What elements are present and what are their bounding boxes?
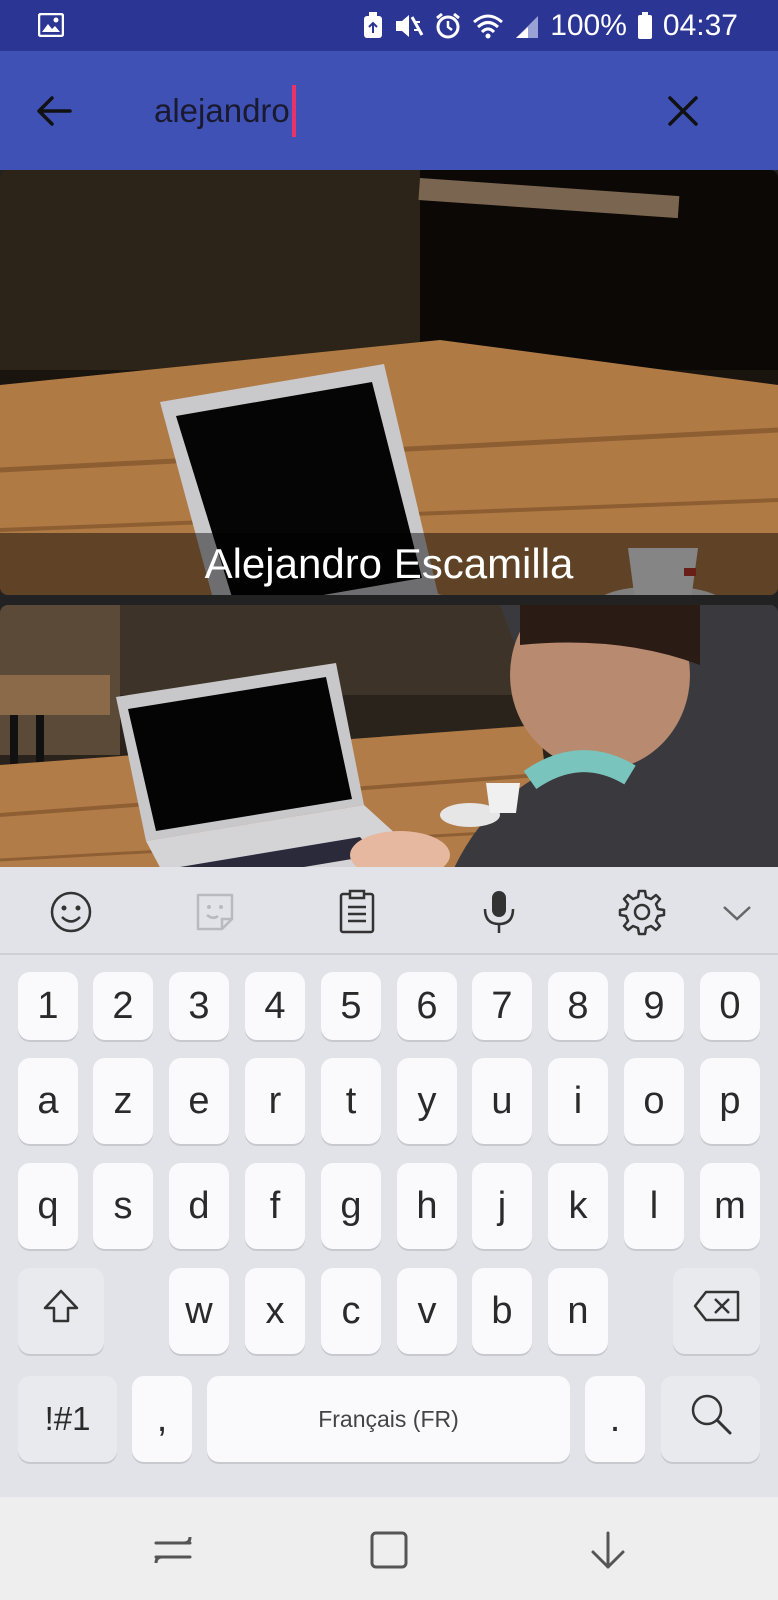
key-g[interactable]: g [321, 1163, 381, 1249]
key-e[interactable]: e [169, 1058, 229, 1144]
keyboard-toolbar [0, 867, 778, 955]
key-r[interactable]: r [245, 1058, 305, 1144]
back-button[interactable] [30, 86, 80, 136]
key-9[interactable]: 9 [624, 972, 684, 1040]
symbols-key[interactable]: !#1 [18, 1376, 117, 1462]
photo-card[interactable] [0, 605, 778, 867]
backspace-key[interactable] [673, 1268, 760, 1354]
key-d[interactable]: d [169, 1163, 229, 1249]
text-caret [291, 85, 296, 137]
battery-percent: 100% [550, 9, 627, 42]
key-8[interactable]: 8 [548, 972, 608, 1040]
alarm-icon [434, 12, 462, 40]
search-action-key[interactable] [661, 1376, 760, 1462]
space-key[interactable]: Français (FR) [207, 1376, 570, 1462]
key-i[interactable]: i [548, 1058, 608, 1144]
key-v[interactable]: v [397, 1268, 457, 1354]
home-icon[interactable] [366, 1527, 412, 1573]
key-y[interactable]: y [397, 1058, 457, 1144]
status-bar: 100% 04:37 [0, 0, 778, 51]
on-screen-keyboard: 1 2 3 4 5 6 7 8 9 0 a z e r t y u i o p … [0, 867, 778, 1497]
key-h[interactable]: h [397, 1163, 457, 1249]
chevron-down-icon[interactable] [712, 887, 762, 937]
microphone-icon[interactable] [474, 887, 524, 937]
key-k[interactable]: k [548, 1163, 608, 1249]
key-q[interactable]: q [18, 1163, 78, 1249]
battery-icon [637, 12, 653, 40]
search-input[interactable]: alejandro [154, 81, 296, 141]
key-m[interactable]: m [700, 1163, 760, 1249]
key-5[interactable]: 5 [321, 972, 381, 1040]
shift-key[interactable] [18, 1268, 104, 1354]
key-6[interactable]: 6 [397, 972, 457, 1040]
key-j[interactable]: j [472, 1163, 532, 1249]
back-down-icon[interactable] [585, 1527, 631, 1573]
search-query: alejandro [154, 92, 290, 129]
key-f[interactable]: f [245, 1163, 305, 1249]
mute-vibrate-icon [394, 12, 424, 40]
key-2[interactable]: 2 [93, 972, 153, 1040]
sticker-icon[interactable] [190, 887, 240, 937]
key-o[interactable]: o [624, 1058, 684, 1144]
search-app-bar: alejandro [0, 51, 778, 170]
photo-laptop-on-table [0, 170, 778, 595]
key-period[interactable]: . [585, 1376, 645, 1462]
clipboard-icon[interactable] [332, 887, 382, 937]
key-1[interactable]: 1 [18, 972, 78, 1040]
key-0[interactable]: 0 [700, 972, 760, 1040]
author-name: Alejandro Escamilla [204, 540, 574, 587]
caption-bar: Alejandro Escamilla [0, 533, 778, 595]
navigation-bar [0, 1497, 778, 1600]
clock: 04:37 [662, 9, 738, 42]
shift-icon [41, 1286, 81, 1336]
key-a[interactable]: a [18, 1058, 78, 1144]
close-icon [658, 96, 708, 140]
key-w[interactable]: w [169, 1268, 229, 1354]
wifi-icon [472, 12, 504, 40]
key-x[interactable]: x [245, 1268, 305, 1354]
search-results-list[interactable]: Alejandro Escamilla [0, 170, 778, 867]
photo-man-using-laptop [0, 605, 778, 867]
arrow-back-icon [30, 96, 80, 140]
recent-apps-icon[interactable] [150, 1527, 196, 1573]
backspace-icon [692, 1289, 742, 1333]
key-z[interactable]: z [93, 1058, 153, 1144]
photo-card[interactable]: Alejandro Escamilla [0, 170, 778, 595]
key-s[interactable]: s [93, 1163, 153, 1249]
clear-search-button[interactable] [658, 86, 708, 136]
signal-icon [514, 12, 540, 40]
key-comma[interactable]: , [132, 1376, 192, 1462]
key-t[interactable]: t [321, 1058, 381, 1144]
key-p[interactable]: p [700, 1058, 760, 1144]
key-7[interactable]: 7 [472, 972, 532, 1040]
recycle-icon [362, 12, 384, 40]
key-b[interactable]: b [472, 1268, 532, 1354]
key-4[interactable]: 4 [245, 972, 305, 1040]
gallery-icon [38, 13, 64, 37]
key-u[interactable]: u [472, 1058, 532, 1144]
key-n[interactable]: n [548, 1268, 608, 1354]
key-c[interactable]: c [321, 1268, 381, 1354]
search-icon [688, 1391, 734, 1447]
key-3[interactable]: 3 [169, 972, 229, 1040]
emoji-icon[interactable] [46, 887, 96, 937]
key-l[interactable]: l [624, 1163, 684, 1249]
settings-icon[interactable] [617, 887, 667, 937]
